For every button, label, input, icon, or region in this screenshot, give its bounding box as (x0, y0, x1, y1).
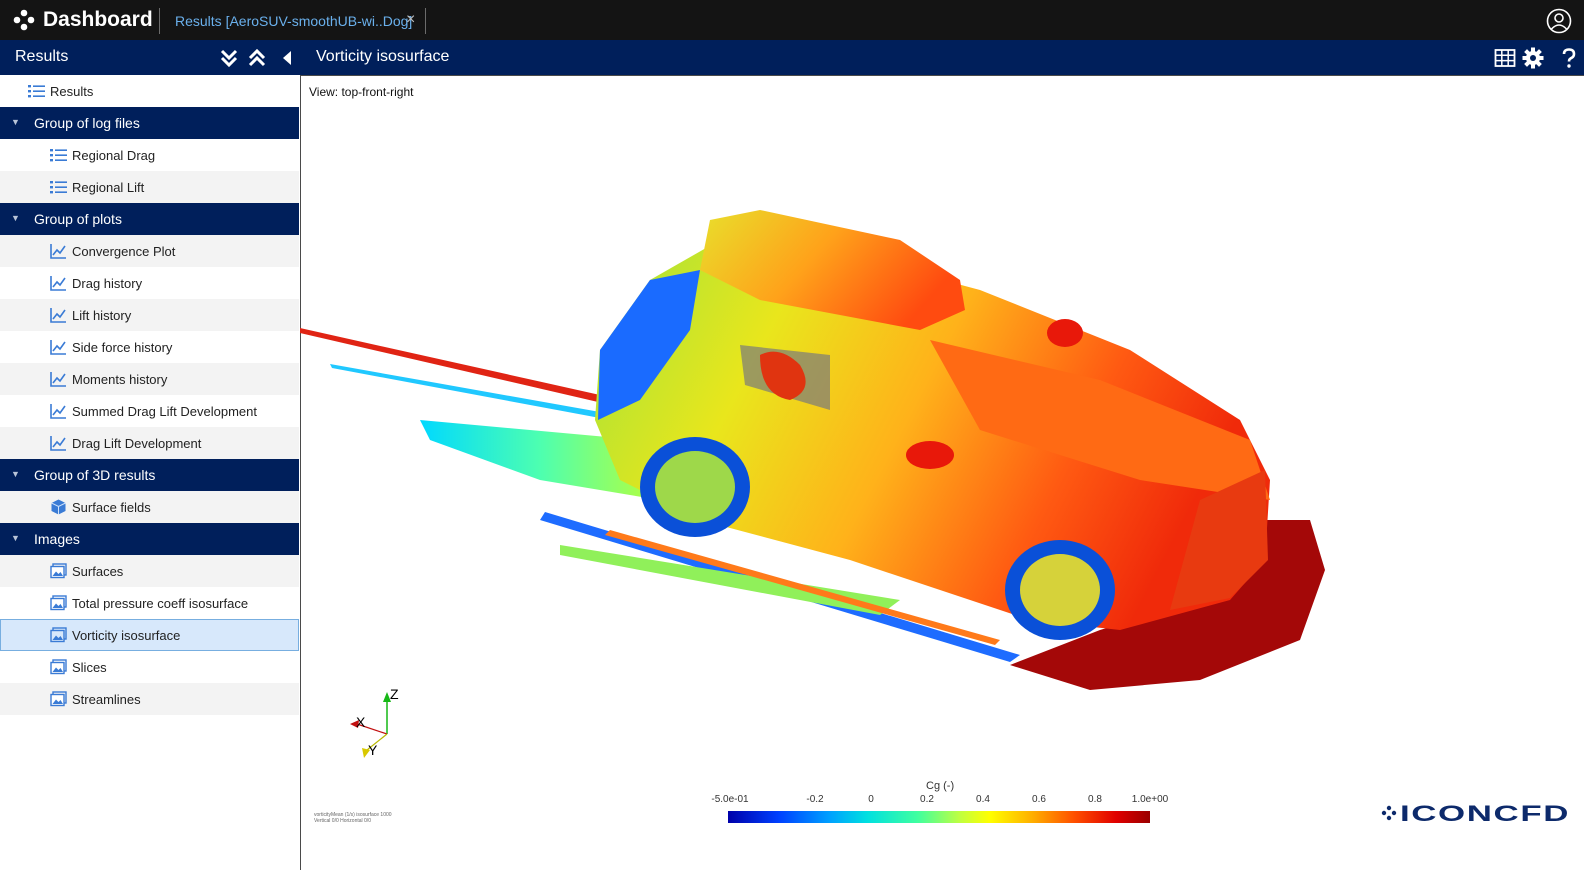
tree-item-regional-lift[interactable]: Regional Lift (0, 171, 299, 203)
tree-item-label: Regional Lift (72, 180, 145, 195)
tree-item-label: Drag Lift Development (72, 436, 202, 451)
group-label: Group of 3D results (34, 467, 156, 483)
render-footnote: vorticityMean (1/s) isosurface 1000 Vert… (314, 812, 392, 824)
colorbar-tick: 0.6 (1032, 794, 1046, 805)
cube-icon (51, 499, 66, 515)
list-icon (50, 181, 67, 194)
group-label: Group of log files (34, 115, 140, 131)
axis-label-x: X (356, 714, 366, 730)
tree-item-drag-history[interactable]: Drag history (0, 267, 299, 299)
logo-text: ICONCFD (1400, 801, 1570, 826)
image-icon (50, 563, 67, 579)
sidebar-title: Results (15, 48, 69, 65)
tree-item-label: Streamlines (72, 692, 141, 707)
tree-item-drag-lift-development[interactable]: Drag Lift Development (0, 427, 299, 459)
colorbar-tick: -5.0e-01 (711, 794, 749, 805)
tree-item-moments-history[interactable]: Moments history (0, 363, 299, 395)
panel-header-bar: Results Vorticity isosurface (0, 40, 1584, 75)
tree-item-summed-drag-lift[interactable]: Summed Drag Lift Development (0, 395, 299, 427)
chevron-double-up-icon[interactable] (246, 47, 268, 69)
image-icon (50, 627, 67, 643)
tree-item-total-pressure-isosurface[interactable]: Total pressure coeff isosurface (0, 587, 299, 619)
table-grid-icon[interactable] (1494, 47, 1516, 69)
tree-item-label: Lift history (72, 308, 132, 323)
colorbar-title: Cg (-) (926, 780, 955, 792)
colorbar-tick: -0.2 (806, 794, 824, 805)
caret-down-icon: ▼ (11, 117, 20, 127)
axis-label-z: Z (390, 686, 399, 702)
tree-item-results[interactable]: Results (0, 75, 299, 107)
tree-item-label: Convergence Plot (72, 244, 176, 259)
colorbar-tick: 0 (868, 794, 874, 805)
line-chart-icon (50, 340, 66, 355)
colorbar-tick: 0.4 (976, 794, 990, 805)
results-tree: Results ▼ Group of log files Regional Dr… (0, 75, 299, 870)
viewer-title: Vorticity isosurface (316, 48, 450, 65)
tree-item-label: Surface fields (72, 500, 151, 515)
colorbar-tick: 0.2 (920, 794, 934, 805)
image-icon (50, 659, 67, 675)
caret-down-icon: ▼ (11, 469, 20, 479)
tree-item-regional-drag[interactable]: Regional Drag (0, 139, 299, 171)
tree-item-lift-history[interactable]: Lift history (0, 299, 299, 331)
line-chart-icon (50, 244, 66, 259)
group-label: Images (34, 531, 80, 547)
chevron-double-down-icon[interactable] (218, 47, 240, 69)
tree-item-label: Moments history (72, 372, 168, 387)
tree-item-label: Surfaces (72, 564, 124, 579)
line-chart-icon (50, 308, 66, 323)
tree-item-convergence-plot[interactable]: Convergence Plot (0, 235, 299, 267)
divider (425, 8, 426, 34)
tree-item-streamlines[interactable]: Streamlines (0, 683, 299, 715)
footnote-line: Vertical 0/0 Horizontal 0/0 (314, 818, 371, 824)
tree-item-label: Vorticity isosurface (72, 628, 181, 643)
line-chart-icon (50, 372, 66, 387)
axis-label-y: Y (368, 742, 378, 758)
tree-item-surface-fields[interactable]: Surface fields (0, 491, 299, 523)
tree-item-label: Side force history (72, 340, 173, 355)
colorbar (728, 811, 1150, 823)
dashboard-logo-icon[interactable] (13, 9, 35, 31)
colorbar-tick: 0.8 (1088, 794, 1102, 805)
group-images[interactable]: ▼ Images (0, 523, 299, 555)
tree-item-label: Summed Drag Lift Development (72, 404, 257, 419)
tree-item-slices[interactable]: Slices (0, 651, 299, 683)
line-chart-icon (50, 404, 66, 419)
caret-left-icon[interactable] (277, 47, 299, 69)
question-icon[interactable] (1558, 47, 1580, 69)
group-plots[interactable]: ▼ Group of plots (0, 203, 299, 235)
line-chart-icon (50, 276, 66, 291)
tree-item-surfaces[interactable]: Surfaces (0, 555, 299, 587)
iconcfd-logo: ICONCFD (1381, 801, 1570, 826)
image-icon (50, 691, 67, 707)
app-title[interactable]: Dashboard (43, 8, 153, 32)
image-icon (50, 595, 67, 611)
list-icon (50, 149, 67, 162)
results-tab[interactable]: Results [AeroSUV-smoothUB-wi..Dog] (175, 13, 412, 29)
tree-item-vorticity-isosurface[interactable]: Vorticity isosurface (0, 619, 299, 651)
user-account-icon[interactable] (1546, 8, 1572, 34)
colorbar-tick: 1.0e+00 (1131, 794, 1169, 805)
tree-item-label: Regional Drag (72, 148, 156, 163)
vorticity-isosurface-render[interactable] (300, 76, 1584, 776)
tree-item-label: Total pressure coeff isosurface (72, 596, 249, 611)
gear-icon[interactable] (1522, 47, 1544, 69)
caret-down-icon: ▼ (11, 533, 20, 543)
line-chart-icon (50, 436, 66, 451)
tree-item-label: Results (50, 84, 94, 99)
caret-down-icon: ▼ (11, 213, 20, 223)
list-icon (28, 85, 45, 98)
close-tab-icon[interactable]: × (406, 11, 415, 29)
tree-item-label: Slices (72, 660, 107, 675)
tree-item-side-force-history[interactable]: Side force history (0, 331, 299, 363)
group-label: Group of plots (34, 211, 122, 227)
group-log-files[interactable]: ▼ Group of log files (0, 107, 299, 139)
group-3d-results[interactable]: ▼ Group of 3D results (0, 459, 299, 491)
top-bar: Dashboard Results [AeroSUV-smoothUB-wi..… (0, 0, 1584, 40)
divider (159, 8, 160, 34)
tree-item-label: Drag history (72, 276, 143, 291)
